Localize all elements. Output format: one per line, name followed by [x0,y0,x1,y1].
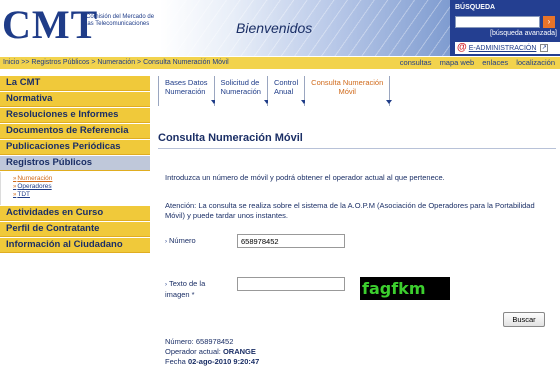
logo-area[interactable]: CMT Comisión del Mercado de las Telecomu… [0,0,160,56]
result-numero: Número: 658978452 [165,337,259,347]
search-label: BÚSQUEDA [455,4,496,11]
sidebar: La CMT Normativa Resoluciones e Informes… [0,76,150,254]
tab-marker-icon [386,100,393,104]
search-input[interactable] [455,16,540,28]
captcha-label: › Texto de la imagen * [165,279,225,299]
result-block: Número: 658978452 Operador actual: ORANG… [165,337,259,367]
sidebar-item-perfil[interactable]: Perfil de Contratante [0,222,150,237]
section-tabs: Bases Datos Numeración Solicitud de Nume… [158,76,393,106]
top-link-enlaces[interactable]: enlaces [482,58,508,67]
tab-control-anual[interactable]: Control Anual [267,76,308,106]
breadcrumb-path[interactable]: Inicio >> Registros Públicos > Numeració… [3,59,143,66]
intro-text: Introduzca un número de móvil y podrá ob… [165,173,445,182]
buscar-button[interactable]: Buscar [503,312,545,327]
advanced-search-link[interactable]: [búsqueda avanzada] [490,30,557,37]
tab-consulta-numeracion-movil[interactable]: Consulta Numeración Móvil [305,76,393,106]
result-fecha-value: 02-ago-2010 9:20:47 [187,357,260,366]
sidebar-item-actividades[interactable]: Actividades en Curso [0,206,150,221]
tab-label-line2: Anual [273,87,294,96]
site-header: CMT Comisión del Mercado de las Telecomu… [0,0,560,56]
sidebar-item-publicaciones[interactable]: Publicaciones Periódicas [0,140,150,155]
tab-label-line2: Móvil [338,87,356,96]
arrow-icon: » [13,176,17,182]
external-link-icon: ↗ [540,44,549,53]
logo-subtitle: Comisión del Mercado de las Telecomunica… [86,14,155,27]
result-operador-value: ORANGE [222,347,256,356]
arrow-icon: » [13,192,17,198]
sidebar-subitem-operadores[interactable]: »Operadores [13,183,150,191]
top-nav-bar: Inicio >> Registros Públicos > Numeració… [0,57,560,69]
bullet-icon: › [165,239,167,245]
main-content: Consulta Numeración Móvil [158,132,556,149]
sidebar-item-informacion[interactable]: Información al Ciudadano [0,238,150,253]
search-go-button[interactable]: › [543,16,555,28]
sidebar-subitem-tdt[interactable]: »TDT [13,191,150,199]
subitem-label: Operadores [17,183,52,190]
attention-text: Atención: La consulta se realiza sobre e… [165,201,535,220]
captcha-input[interactable] [237,277,345,291]
banner-title: Bienvenidos [236,20,313,36]
tab-label-line2: Numeración [165,87,206,96]
top-link-consultas[interactable]: consultas [400,58,432,67]
breadcrumb-current: Consulta Numeración Móvil [143,59,229,66]
sidebar-subitem-numeracion[interactable]: »Numeración [13,175,150,183]
sidebar-item-registros[interactable]: Registros Públicos [0,156,150,171]
tab-bases-datos[interactable]: Bases Datos Numeración [158,76,217,106]
sidebar-submenu: »Numeración »Operadores »TDT [0,172,150,205]
top-link-localizacion[interactable]: localización [516,58,555,67]
subitem-label: TDT [17,191,30,198]
sidebar-item-la-cmt[interactable]: La CMT [0,76,150,91]
breadcrumb[interactable]: Inicio >> Registros Públicos > Numeració… [3,57,229,69]
tab-label-line2: Numeración [220,87,261,96]
top-links: consultas mapa web enlaces localización [394,57,555,69]
arrow-icon: » [13,184,17,190]
result-operador: Operador actual: ORANGE [165,347,259,357]
e-administracion-label: E-ADMINISTRACIÓN [468,45,537,52]
page-title: Consulta Numeración Móvil [158,132,556,149]
bullet-icon: › [165,282,167,288]
at-icon: @ [457,42,467,53]
numero-label: › Número [165,236,196,247]
sidebar-item-resoluciones[interactable]: Resoluciones e Informes [0,108,150,123]
sidebar-item-documentos[interactable]: Documentos de Referencia [0,124,150,139]
captcha-label-text: Texto de la imagen * [165,279,206,299]
subitem-label: Numeración [17,175,53,182]
tab-label-line1: Bases Datos [165,78,208,87]
tab-label-line1: Solicitud de [220,78,260,87]
numero-label-text: Número [169,236,196,245]
result-operador-label: Operador actual: [165,347,221,356]
captcha-image: fagfkm [360,277,450,300]
tab-label-line1: Control [273,78,299,87]
e-administracion-link[interactable]: @ E-ADMINISTRACIÓN ↗ [455,42,560,54]
result-fecha-label: Fecha [165,357,186,366]
cmt-logo[interactable]: CMT [2,2,98,48]
result-fecha: Fecha 02-ago-2010 9:20:47 [165,357,259,367]
welcome-banner: Bienvenidos [160,0,450,56]
tab-label-line1: Consulta Numeración [311,78,384,87]
result-numero-value: 658978452 [195,337,234,346]
sidebar-item-normativa[interactable]: Normativa [0,92,150,107]
result-numero-label: Número: [165,337,194,346]
tab-solicitud[interactable]: Solicitud de Numeración [214,76,270,106]
numero-input[interactable] [237,234,345,248]
top-link-mapa-web[interactable]: mapa web [440,58,475,67]
